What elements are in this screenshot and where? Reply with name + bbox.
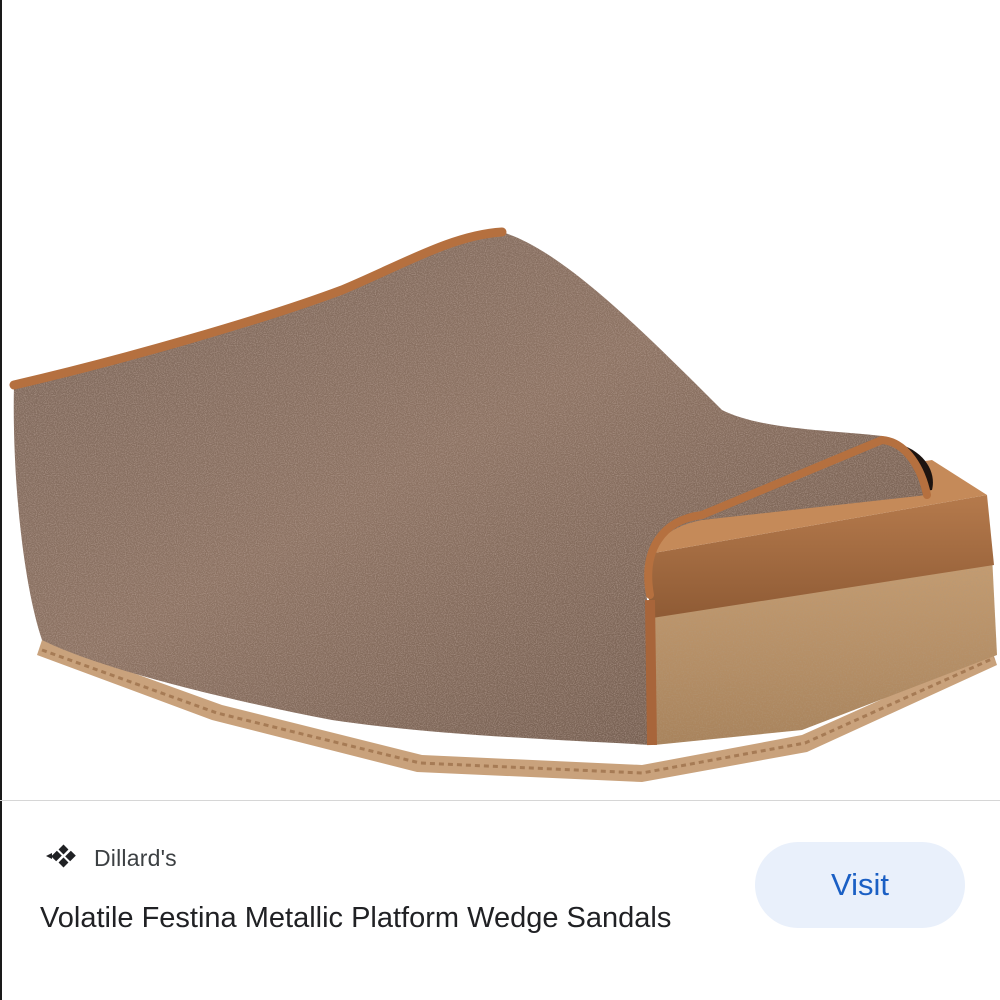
divider [0,800,1000,801]
product-title[interactable]: Volatile Festina Metallic Platform Wedge… [40,893,720,943]
sandal-illustration [9,227,997,782]
dillards-logo-icon [44,843,78,873]
source-row[interactable]: Dillard's [44,838,177,878]
visit-button[interactable]: Visit [755,842,965,928]
source-name: Dillard's [94,844,177,871]
product-image[interactable] [2,0,1000,800]
